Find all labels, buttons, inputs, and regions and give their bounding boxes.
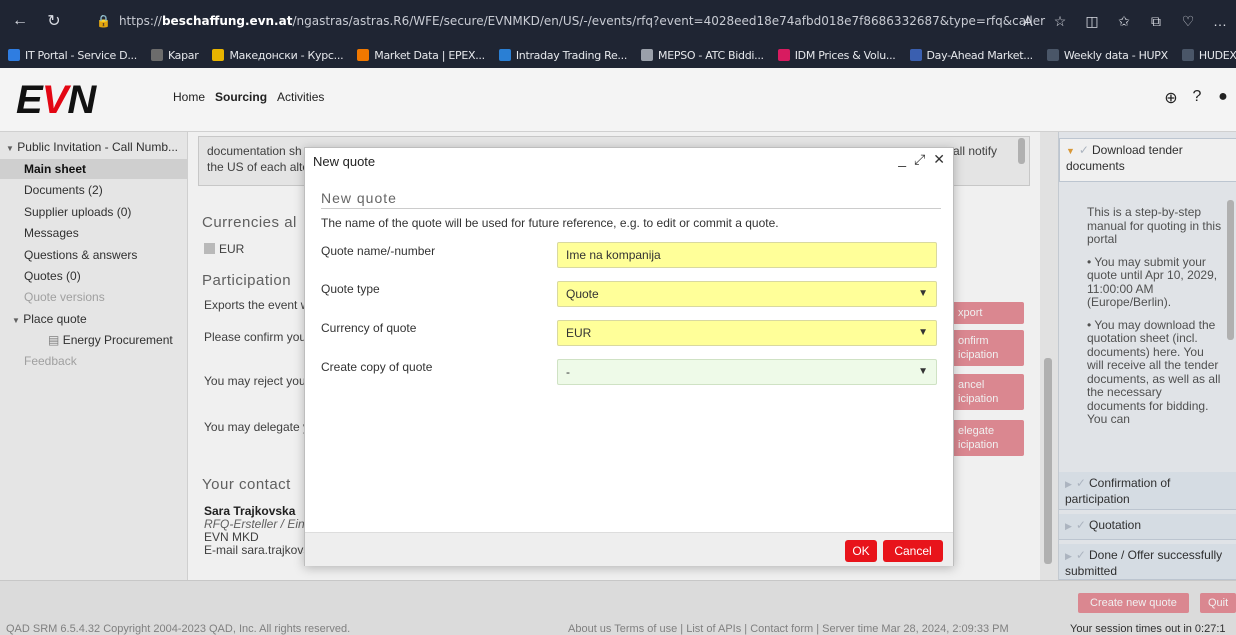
bookmark-favicon-icon [909, 49, 922, 61]
collections-icon[interactable]: ⧉ [1140, 13, 1172, 30]
bookmark-item[interactable]: MEPSO - ATC Biddi... [641, 49, 764, 62]
split-screen-icon[interactable]: ◫ [1076, 13, 1108, 30]
dialog-title: New quote [313, 154, 376, 169]
url-path: /ngastras/astras.R6/WFE/secure/EVNMKD/en… [292, 14, 1046, 28]
evn-logo[interactable]: EVN [16, 80, 96, 120]
heart-icon[interactable]: ♡ [1172, 13, 1204, 30]
bookmark-label: HUDEX [1198, 48, 1236, 62]
bookmark-item[interactable]: Македонски - Курс... [212, 48, 344, 62]
copy-quote-select[interactable]: - ▼ [557, 359, 937, 385]
bookmark-label: Kapar [167, 48, 199, 62]
quote-type-label: Quote type [321, 282, 380, 296]
bookmark-favicon-icon [212, 49, 225, 61]
bookmark-label: MEPSO - ATC Biddi... [658, 48, 764, 62]
url-prefix: https:// [118, 14, 162, 28]
read-aloud-icon[interactable]: A [1012, 13, 1044, 29]
bookmark-label: Intraday Trading Re... [515, 48, 628, 62]
logo-letter-n: N [67, 78, 96, 122]
currency-select[interactable]: EUR ▼ [557, 320, 937, 346]
bookmark-item[interactable]: IT Portal - Service D... [8, 49, 137, 62]
bookmark-favicon-icon [1046, 49, 1059, 61]
logo-letter-e: E [16, 78, 43, 122]
bookmark-item[interactable]: Intraday Trading Re... [498, 48, 628, 62]
url-bar[interactable]: 🔒 https://beschaffung.evn.at/ngastras/as… [96, 8, 1046, 34]
bookmark-favicon-icon [498, 49, 511, 61]
dialog-footer: OK Cancel [305, 532, 953, 566]
bookmark-item[interactable]: Kapar [150, 48, 199, 62]
bookmark-label: IDM Prices & Volu... [794, 48, 896, 62]
bookmark-favicon-icon [641, 49, 654, 61]
globe-icon[interactable]: ⊕ [1158, 88, 1184, 108]
bookmark-item[interactable]: Market Data | EPEX... [357, 49, 485, 62]
bookmark-favicon-icon [1181, 49, 1194, 61]
browser-chrome: ← ↻ 🔒 https://beschaffung.evn.at/ngastra… [0, 0, 1236, 68]
quote-type-value: Quote [566, 287, 599, 301]
nav-sourcing[interactable]: Sourcing [215, 90, 267, 104]
bookmark-item[interactable]: Day-Ahead Market... [909, 48, 1034, 62]
quote-type-select[interactable]: Quote ▼ [557, 281, 937, 307]
browser-toolbar: A ☆ ◫ ✩ ⧉ ♡ … [1012, 8, 1236, 34]
copy-quote-label: Create copy of quote [321, 360, 433, 374]
bookmark-label: Weekly data - HUPX [1063, 48, 1168, 62]
user-icon[interactable]: ● [1210, 88, 1236, 108]
bookmark-item[interactable]: Weekly data - HUPX [1046, 48, 1168, 62]
lock-icon: 🔒 [96, 14, 111, 28]
app-header: EVN Home Sourcing Activities ⊕ ? ● [0, 68, 1236, 132]
new-quote-dialog: New quote _ ⤢ ✕ New quote The name of th… [304, 147, 954, 566]
close-icon[interactable]: ✕ [933, 151, 945, 168]
bookmark-label: Day-Ahead Market... [926, 48, 1034, 62]
bookmark-favicon-icon [357, 49, 370, 61]
bookmark-label: Market Data | EPEX... [374, 48, 485, 62]
cancel-button[interactable]: Cancel [883, 540, 943, 562]
bookmark-item[interactable]: IDM Prices & Volu... [777, 48, 896, 62]
nav-activities[interactable]: Activities [277, 90, 324, 104]
maximize-icon[interactable]: ⤢ [914, 151, 925, 168]
bookmark-favicon-icon [8, 49, 20, 61]
chevron-down-icon: ▼ [918, 366, 928, 377]
quote-name-value: Ime na kompanija [566, 248, 661, 262]
bookmark-favicon-icon [777, 49, 790, 61]
reload-icon[interactable]: ↻ [40, 7, 68, 35]
logo-letter-v: V [41, 78, 69, 122]
quote-name-label: Quote name/-number [321, 244, 436, 258]
quote-name-input[interactable]: Ime na kompanija [557, 242, 937, 268]
currency-value: EUR [566, 326, 592, 340]
currency-label: Currency of quote [321, 321, 417, 335]
minimize-icon[interactable]: _ [898, 151, 906, 168]
back-icon[interactable]: ← [6, 7, 34, 35]
chevron-down-icon: ▼ [918, 288, 928, 299]
bookmark-favicon-icon [150, 49, 163, 61]
dialog-subtitle: New quote [321, 190, 941, 209]
help-icon[interactable]: ? [1184, 88, 1210, 108]
bookmark-label: IT Portal - Service D... [25, 48, 137, 62]
main-nav: Home Sourcing Activities [173, 90, 334, 104]
ok-button[interactable]: OK [845, 540, 877, 562]
dialog-description: The name of the quote will be used for f… [321, 216, 779, 230]
nav-home[interactable]: Home [173, 90, 205, 104]
favorites-icon[interactable]: ✩ [1108, 13, 1140, 30]
url-host: beschaffung.evn.at [161, 14, 293, 28]
copy-quote-value: - [566, 365, 570, 379]
chevron-down-icon: ▼ [918, 327, 928, 338]
bookmark-item[interactable]: HUDEX [1181, 48, 1236, 62]
dialog-controls: _ ⤢ ✕ [890, 151, 945, 168]
bookmark-label: Македонски - Курс... [229, 48, 344, 62]
favorite-star-icon[interactable]: ☆ [1044, 13, 1076, 30]
header-icons: ⊕ ? ● [1158, 88, 1236, 108]
more-icon[interactable]: … [1204, 13, 1236, 29]
bookmarks-bar: IT Portal - Service D... Kapar Македонски … [0, 42, 1236, 68]
